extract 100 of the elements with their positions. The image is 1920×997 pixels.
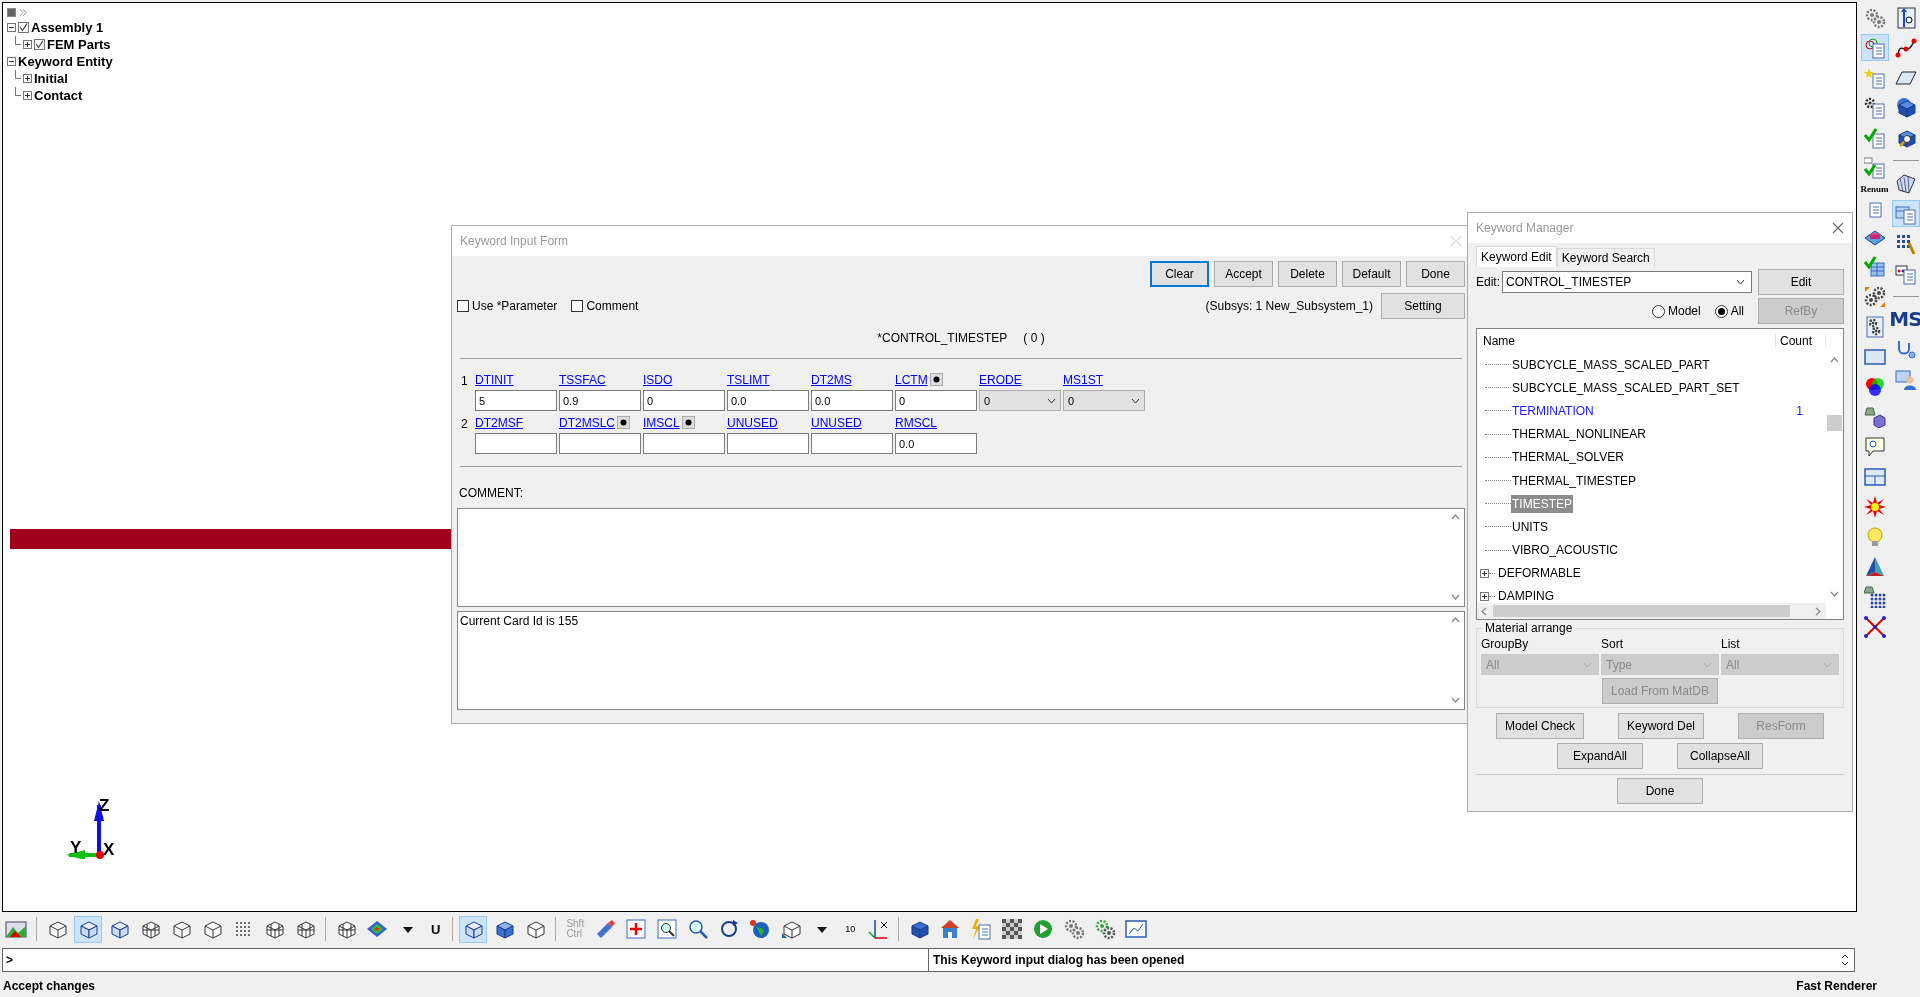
gears-icon[interactable] — [1863, 6, 1886, 29]
color-circles-icon[interactable] — [1863, 375, 1886, 398]
comment-field[interactable] — [457, 508, 1465, 607]
chart-window-icon[interactable] — [1125, 918, 1148, 940]
zoom-box-icon[interactable] — [656, 918, 679, 940]
tree-item[interactable]: Contact — [34, 88, 83, 103]
spin-arrows-icon[interactable] — [1840, 952, 1850, 968]
input-field[interactable]: 0.0 — [895, 433, 977, 454]
radio-label[interactable]: All — [1730, 304, 1744, 318]
field-link[interactable]: RMSCL — [895, 415, 937, 430]
checkbox[interactable] — [571, 300, 584, 312]
dialog-button[interactable]: ExpandAll — [1557, 743, 1643, 769]
list-item[interactable]: THERMAL_TIMESTEP — [1511, 471, 1638, 490]
panel-icon[interactable] — [7, 7, 16, 17]
expand-icon[interactable] — [1480, 568, 1489, 578]
gear-list-icon[interactable] — [1863, 96, 1886, 119]
keyword-list[interactable]: Name Count SUBCYCLE_MASS_SCALED_PART SUBCYCLE_MASS_SCALED_PART_SET TERMINATION 1 THERMAL_NONLINEAR THERMAL_SOLVER THERMAL_TIMESTEP TIMESTEP UNITS VIBRO_ACOUSTIC DEFORMABLE DAMPING — [1476, 328, 1844, 620]
renum-label[interactable]: Renum — [1860, 184, 1889, 194]
gears-box-icon[interactable] — [1863, 315, 1886, 338]
speech-bubble-icon[interactable] — [1863, 435, 1886, 458]
curve-icon[interactable] — [1894, 36, 1917, 59]
scroll-up-icon[interactable] — [1830, 356, 1839, 365]
list-item[interactable]: TERMINATION — [1511, 401, 1595, 420]
list-item[interactable]: SUBCYCLE_MASS_SCALED_PART_SET — [1511, 378, 1741, 397]
checkbox[interactable] — [18, 22, 29, 33]
checkbox[interactable] — [457, 300, 469, 312]
sphere-cube-icon[interactable] — [1894, 96, 1917, 119]
column-header[interactable]: Count — [1776, 333, 1826, 348]
field-link[interactable]: TSLIMT — [727, 372, 770, 387]
burst-icon[interactable] — [1863, 495, 1886, 518]
picker-button[interactable] — [617, 416, 630, 429]
field-link[interactable]: DTINIT — [475, 372, 514, 387]
list-item[interactable]: UNITS — [1511, 517, 1549, 536]
gears-icon[interactable] — [1063, 918, 1086, 940]
dropdown-field[interactable]: 0 — [1063, 390, 1145, 411]
star-list-icon[interactable] — [1863, 66, 1886, 89]
tree-item[interactable]: Assembly 1 — [31, 20, 104, 35]
scroll-up-icon[interactable] — [1451, 616, 1460, 625]
dropdown-field[interactable]: 0 — [979, 390, 1061, 411]
plus-box-icon[interactable] — [625, 918, 648, 940]
dialog-button[interactable]: Done — [1406, 261, 1465, 287]
radio-button[interactable] — [1651, 304, 1665, 318]
input-field[interactable] — [643, 433, 725, 454]
double-chevron-icon[interactable] — [19, 7, 28, 17]
count-label[interactable]: 10 — [839, 924, 862, 934]
axes-icon[interactable] — [867, 918, 890, 940]
setting-button[interactable]: Setting — [1381, 293, 1465, 319]
list-item[interactable]: DAMPING — [1497, 587, 1555, 604]
mesh-wrench-icon[interactable] — [1894, 232, 1917, 255]
picker-button[interactable] — [929, 373, 943, 386]
input-field[interactable]: 0 — [643, 390, 725, 411]
input-field[interactable]: 0 — [895, 390, 977, 411]
play-icon[interactable] — [1032, 918, 1055, 940]
scroll-thumb[interactable] — [1827, 415, 1842, 431]
dialog-button[interactable]: Default — [1342, 261, 1401, 287]
field-link[interactable]: ISDO — [643, 372, 673, 387]
field-link[interactable]: DT2MSF — [475, 415, 523, 430]
terrain-icon[interactable] — [5, 918, 27, 940]
list-item[interactable]: THERMAL_SOLVER — [1511, 448, 1625, 467]
ms-label[interactable]: MS — [1889, 306, 1920, 333]
scroll-down-icon[interactable] — [1451, 696, 1460, 705]
checkbox-label[interactable]: Use *Parameter — [472, 299, 558, 313]
scroll-up-icon[interactable] — [1451, 513, 1460, 522]
expand-icon[interactable] — [23, 91, 32, 100]
window-grid-icon[interactable] — [1863, 465, 1886, 488]
radio-button[interactable] — [1714, 304, 1728, 318]
gears-icon[interactable] — [1863, 285, 1886, 308]
list-item[interactable]: THERMAL_NONLINEAR — [1511, 425, 1648, 444]
horizontal-scrollbar[interactable] — [1477, 603, 1826, 619]
expand-icon[interactable] — [23, 74, 32, 83]
zoom-icon[interactable] — [687, 918, 710, 940]
mesh-icon[interactable] — [1894, 172, 1917, 195]
gears-icon[interactable] — [1094, 918, 1117, 940]
field-link[interactable]: DT2MS — [811, 372, 852, 387]
check-list-icon[interactable] — [1863, 156, 1886, 179]
dialog-button[interactable]: Keyword Del — [1618, 713, 1705, 739]
pyramid-icon[interactable] — [1863, 555, 1886, 578]
checkbox[interactable] — [34, 39, 45, 50]
tree-item[interactable]: Initial — [34, 71, 68, 86]
check-grid-icon[interactable] — [1863, 255, 1886, 278]
input-field[interactable]: 0.0 — [811, 390, 893, 411]
command-field[interactable]: > — [3, 949, 929, 971]
keyword-dropdown[interactable]: CONTROL_TIMESTEP — [1502, 271, 1752, 293]
dialog-button[interactable]: Delete — [1278, 261, 1337, 287]
network-icon[interactable] — [1863, 615, 1886, 638]
expand-icon[interactable] — [1480, 591, 1489, 601]
globe-icon[interactable] — [749, 918, 772, 940]
field-link[interactable]: MS1ST — [1063, 372, 1103, 387]
radio-label[interactable]: Model — [1667, 304, 1701, 318]
list-item[interactable]: SUBCYCLE_MASS_SCALED_PART — [1511, 355, 1711, 374]
column-header[interactable]: Name — [1477, 333, 1776, 348]
field-link[interactable]: LCTM — [895, 372, 928, 387]
collapse-icon[interactable] — [7, 23, 16, 32]
dialog-button[interactable]: Clear — [1150, 261, 1209, 287]
field-link[interactable]: UNUSED — [727, 415, 778, 430]
input-field[interactable] — [811, 433, 893, 454]
input-field[interactable] — [559, 433, 641, 454]
checkbox-label[interactable]: Comment — [586, 299, 639, 313]
field-link[interactable]: DT2MSLC — [559, 415, 615, 430]
scroll-down-icon[interactable] — [1451, 593, 1460, 602]
